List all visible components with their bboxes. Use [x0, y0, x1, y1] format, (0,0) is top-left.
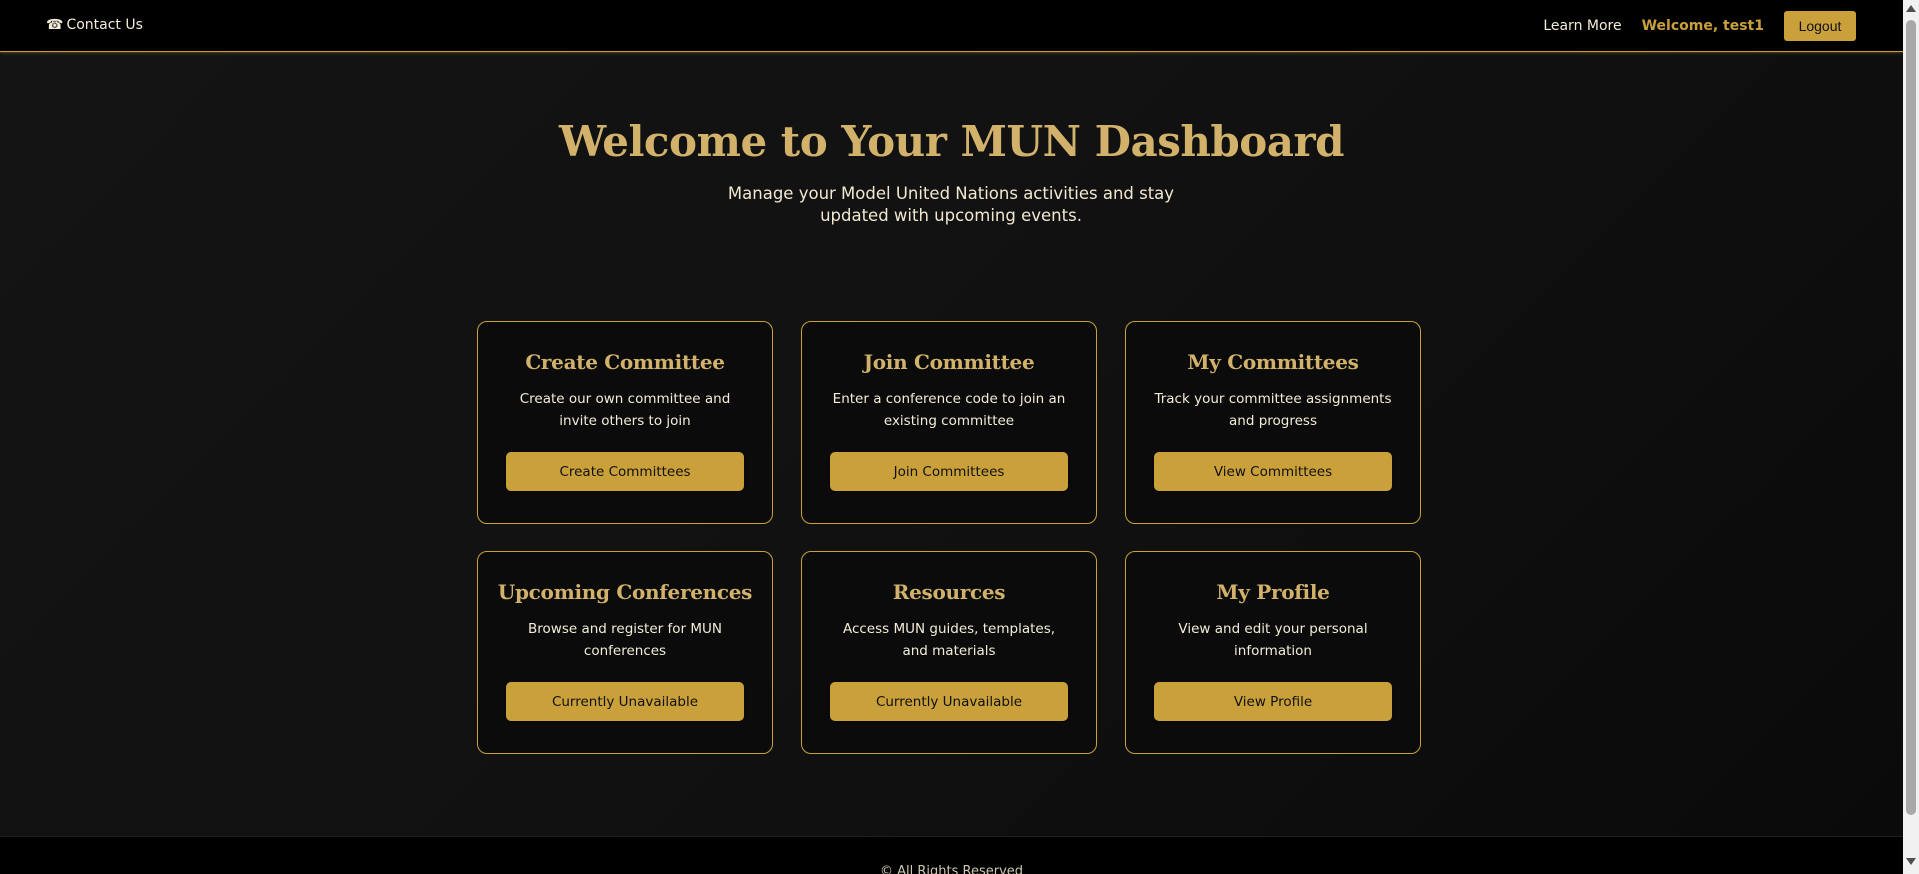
contact-us-label: Contact Us — [66, 17, 143, 33]
scrollbar-thumb[interactable] — [1906, 20, 1916, 815]
card-description: Enter a conference code to join an exist… — [832, 391, 1066, 429]
card-description: Browse and register for MUN conferences — [528, 621, 722, 659]
card-title: Upcoming Conferences — [497, 580, 753, 604]
page-subtitle: Manage your Model United Nations activit… — [727, 184, 1175, 225]
vertical-scrollbar[interactable] — [1903, 0, 1919, 874]
card-description: View and edit your personal information — [1178, 621, 1368, 659]
dashboard-card-grid: Create Committee Create our own committe… — [477, 321, 1426, 754]
logout-button[interactable]: Logout — [1784, 11, 1856, 41]
contact-us-link[interactable]: ☎ Contact Us — [46, 17, 143, 33]
card-create-committee: Create Committee Create our own committe… — [477, 321, 773, 524]
card-title: My Committees — [1187, 350, 1359, 374]
create-committees-button[interactable]: Create Committees — [506, 452, 744, 491]
top-navbar: ☎ Contact Us Learn More Welcome, test1 L… — [0, 0, 1903, 52]
phone-icon: ☎ — [46, 17, 64, 33]
card-upcoming-conferences: Upcoming Conferences Browse and register… — [477, 551, 773, 754]
page-title: Welcome to Your MUN Dashboard — [559, 117, 1345, 166]
card-description: Track your committee assignments and pro… — [1154, 391, 1392, 429]
card-description: Create our own committee and invite othe… — [519, 391, 731, 429]
scroll-up-arrow-icon[interactable] — [1906, 5, 1916, 12]
card-description: Access MUN guides, templates, and materi… — [842, 621, 1056, 659]
scroll-down-arrow-icon[interactable] — [1906, 858, 1916, 865]
card-title: My Profile — [1216, 580, 1330, 604]
learn-more-link[interactable]: Learn More — [1543, 18, 1621, 34]
view-committees-button[interactable]: View Committees — [1154, 452, 1392, 491]
conferences-unavailable-button[interactable]: Currently Unavailable — [506, 682, 744, 721]
join-committees-button[interactable]: Join Committees — [830, 452, 1068, 491]
page: ☎ Contact Us Learn More Welcome, test1 L… — [0, 0, 1903, 874]
footer: © All Rights Reserved — [0, 836, 1903, 874]
welcome-user-text: Welcome, test1 — [1641, 18, 1764, 34]
card-join-committee: Join Committee Enter a conference code t… — [801, 321, 1097, 524]
card-title: Create Committee — [525, 350, 725, 374]
resources-unavailable-button[interactable]: Currently Unavailable — [830, 682, 1068, 721]
card-my-profile: My Profile View and edit your personal i… — [1125, 551, 1421, 754]
footer-copyright: © All Rights Reserved — [879, 864, 1024, 874]
card-title: Join Committee — [863, 350, 1035, 374]
view-profile-button[interactable]: View Profile — [1154, 682, 1392, 721]
card-title: Resources — [892, 580, 1006, 604]
card-resources: Resources Access MUN guides, templates, … — [801, 551, 1097, 754]
card-my-committees: My Committees Track your committee assig… — [1125, 321, 1421, 524]
navbar-right-group: Learn More Welcome, test1 Logout — [1543, 11, 1856, 41]
